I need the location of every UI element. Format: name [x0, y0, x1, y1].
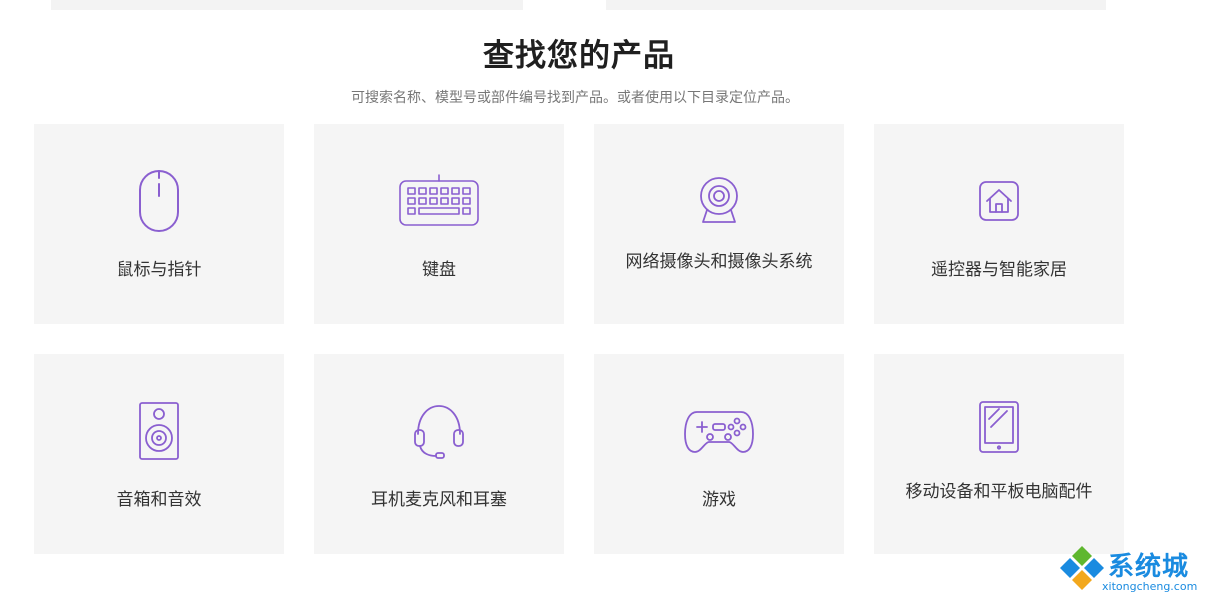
- category-label: 鼠标与指针: [116, 260, 202, 280]
- watermark-url: xitongcheng.com: [1102, 580, 1198, 593]
- category-label: 游戏: [702, 490, 736, 510]
- page-title: 查找您的产品: [483, 38, 675, 74]
- category-card-mice[interactable]: 鼠标与指针: [34, 124, 284, 324]
- category-card-smart-home[interactable]: 遥控器与智能家居: [874, 124, 1124, 324]
- category-card-mobile-tablet[interactable]: 移动设备和平板电脑配件: [874, 354, 1124, 554]
- category-card-headsets[interactable]: 耳机麦克风和耳塞: [314, 354, 564, 554]
- gamepad-icon: [594, 396, 844, 466]
- category-card-keyboards[interactable]: 键盘: [314, 124, 564, 324]
- watermark-logo: 系统城 xitongcheng.com: [1058, 544, 1208, 596]
- headset-icon: [314, 396, 564, 466]
- category-card-gaming[interactable]: 游戏: [594, 354, 844, 554]
- watermark-brand: 系统城: [1108, 552, 1190, 582]
- webcam-icon: [594, 166, 844, 236]
- category-label: 耳机麦克风和耳塞: [371, 490, 507, 510]
- smart-home-icon: [874, 166, 1124, 236]
- keyboard-icon: [314, 166, 564, 236]
- mouse-icon: [34, 166, 284, 236]
- category-label: 音箱和音效: [116, 490, 202, 510]
- tablet-icon: [874, 392, 1124, 462]
- top-strip-left: [51, 0, 523, 10]
- category-card-webcams[interactable]: 网络摄像头和摄像头系统: [594, 124, 844, 324]
- category-label: 网络摄像头和摄像头系统: [625, 252, 813, 272]
- top-strip-right: [606, 0, 1106, 10]
- category-label: 移动设备和平板电脑配件: [905, 482, 1093, 502]
- category-label: 键盘: [422, 260, 456, 280]
- diamond-logo-icon: [1060, 546, 1104, 590]
- category-card-speakers[interactable]: 音箱和音效: [34, 354, 284, 554]
- speaker-icon: [34, 396, 284, 466]
- category-label: 遥控器与智能家居: [931, 260, 1067, 280]
- page-subtitle: 可搜索名称、模型号或部件编号找到产品。或者使用以下目录定位产品。: [351, 90, 799, 106]
